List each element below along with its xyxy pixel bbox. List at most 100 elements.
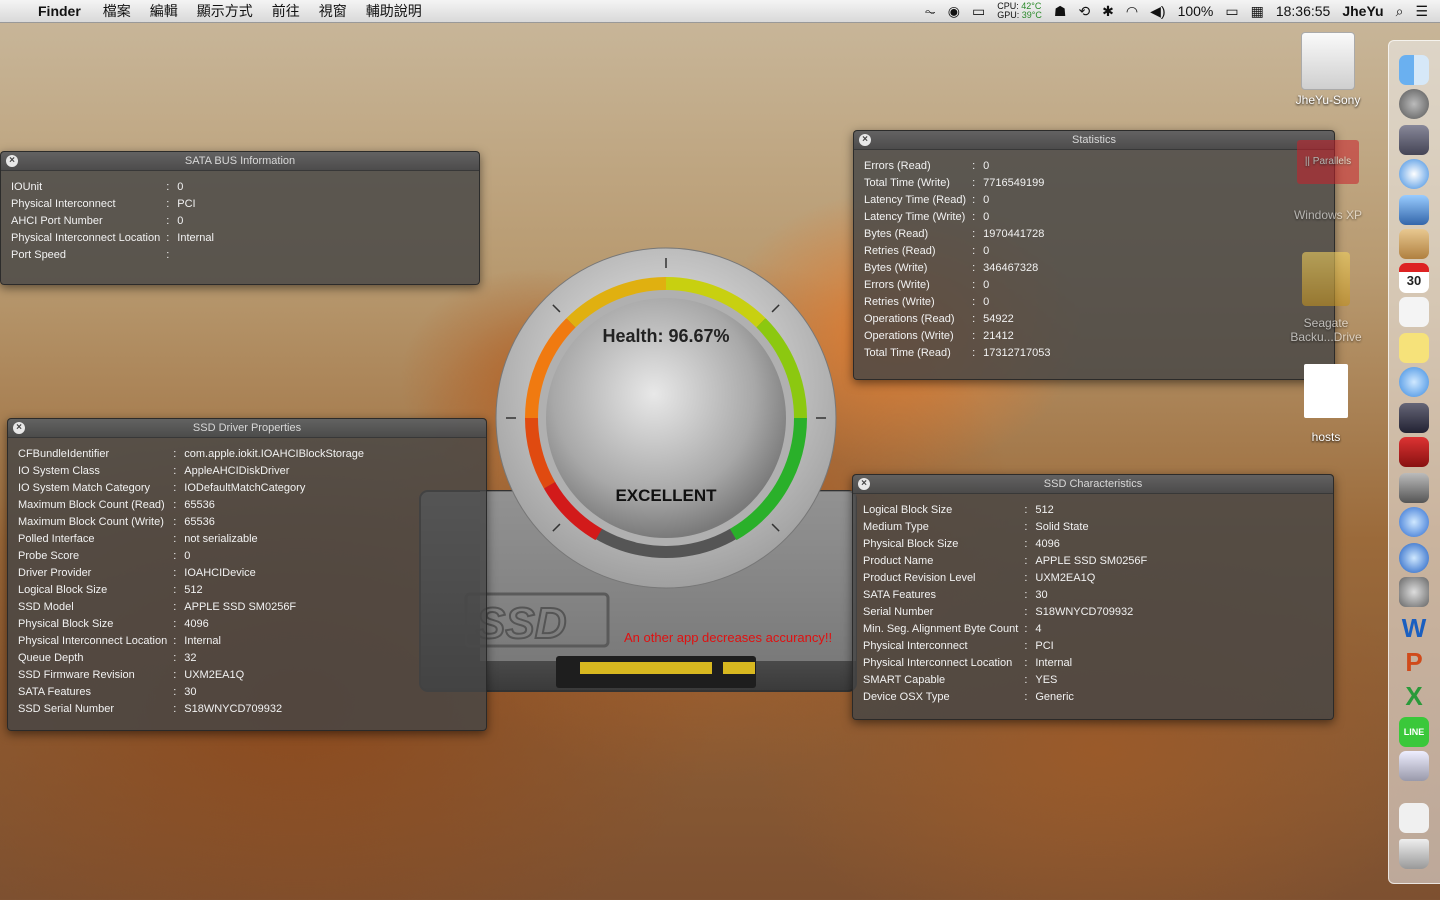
separator: :: [173, 583, 177, 596]
image-capture-icon[interactable]: [1399, 473, 1429, 503]
launchpad-icon[interactable]: [1399, 89, 1429, 119]
close-icon[interactable]: ×: [859, 134, 871, 146]
safari-icon[interactable]: [1399, 159, 1429, 189]
property-name: SSD Firmware Revision: [18, 668, 135, 681]
messages-icon[interactable]: [1399, 367, 1429, 397]
property-value: not serializable: [184, 532, 258, 545]
separator: :: [972, 312, 976, 325]
table-row: Operations (Write):21412: [864, 327, 1050, 344]
spotlight-icon[interactable]: ⌕: [1396, 3, 1404, 20]
textedit-icon[interactable]: [1399, 297, 1429, 327]
remote-icon[interactable]: ☗: [1054, 3, 1067, 20]
table-row: AHCI Port Number:0: [11, 212, 214, 229]
property-value: 0: [184, 549, 191, 562]
property-value: 0: [983, 159, 990, 172]
desktop-hosts-file[interactable]: hosts: [1290, 364, 1362, 444]
health-rating: EXCELLENT: [615, 486, 717, 505]
system-preferences-icon[interactable]: [1399, 577, 1429, 607]
time-machine-icon[interactable]: ⟲: [1078, 3, 1090, 20]
property-name: Product Revision Level: [863, 571, 976, 584]
property-name: Polled Interface: [18, 532, 95, 545]
battery-icon[interactable]: ▭: [1225, 3, 1238, 20]
info-table: Logical Block Size:512 Medium Type: Solid …: [863, 501, 1147, 705]
app-store-icon[interactable]: [1399, 543, 1429, 573]
finder-icon[interactable]: [1399, 55, 1429, 85]
desktop-windows-xp[interactable]: || Parallels Windows XP: [1285, 140, 1371, 222]
bluetooth-icon[interactable]: ✱: [1102, 3, 1114, 20]
table-row: Physical Interconnect Location: Internal: [18, 632, 364, 649]
calendar-icon[interactable]: 30: [1399, 263, 1429, 293]
desktop-seagate-drive[interactable]: Seagate Backu...Drive: [1280, 252, 1372, 344]
table-row: Physical Interconnect: PCI: [863, 637, 1147, 654]
accuracy-warning: An other app decreases accurancy!!: [624, 630, 833, 645]
property-name: Device OSX Type: [863, 690, 950, 703]
close-icon[interactable]: ×: [13, 422, 25, 434]
activity-monitor-icon[interactable]: ⏦: [924, 3, 935, 20]
volume-icon[interactable]: ◀): [1150, 3, 1165, 20]
notification-center-icon[interactable]: ☰: [1415, 3, 1428, 20]
property-name: AHCI Port Number: [11, 214, 103, 227]
preview-icon[interactable]: [1399, 195, 1429, 225]
property-value: 54922: [983, 312, 1014, 325]
stickies-icon[interactable]: [1399, 333, 1429, 363]
itunes-icon[interactable]: [1399, 507, 1429, 537]
menu-edit[interactable]: 編輯: [150, 1, 178, 21]
wifi-icon[interactable]: ◠: [1126, 3, 1138, 20]
close-icon[interactable]: ×: [858, 478, 870, 490]
line-icon[interactable]: LINE: [1399, 717, 1429, 747]
property-value: AppleAHCIDiskDriver: [184, 464, 290, 477]
clock[interactable]: 18:36:55: [1276, 3, 1331, 19]
menu-window[interactable]: 視窗: [319, 1, 347, 21]
separator: :: [972, 244, 976, 257]
menu-help[interactable]: 輔助說明: [366, 1, 422, 21]
user-menu[interactable]: JheYu: [1342, 3, 1383, 19]
input-method-icon[interactable]: ▦: [1251, 3, 1264, 20]
contacts-icon[interactable]: [1399, 229, 1429, 259]
property-name: Port Speed: [11, 248, 67, 261]
word-icon[interactable]: W: [1399, 613, 1429, 643]
temperature-monitor[interactable]: CPU: 42°C GPU: 39°C: [997, 2, 1042, 20]
photo-browser-icon[interactable]: [1399, 125, 1429, 155]
line-menu-icon[interactable]: ◉: [948, 3, 960, 20]
property-value: 0: [177, 180, 184, 193]
property-name: Maximum Block Count (Write): [18, 515, 164, 528]
table-row: SSD Model: APPLE SSD SM0256F: [18, 598, 364, 615]
separator: :: [972, 295, 976, 308]
app-menu[interactable]: Finder: [38, 3, 81, 19]
close-icon[interactable]: ×: [6, 155, 18, 167]
battery-percent[interactable]: 100%: [1178, 3, 1214, 19]
property-value: IOAHCIDevice: [184, 566, 256, 579]
ssd-characteristics-panel: × SSD Characteristics Logical Block Size…: [852, 474, 1334, 720]
excel-icon[interactable]: X: [1399, 681, 1429, 711]
powerpoint-icon[interactable]: P: [1399, 647, 1429, 677]
property-name: Queue Depth: [18, 651, 84, 664]
desktop-drive-icon[interactable]: JheYu-Sony: [1290, 32, 1366, 107]
table-row: SMART Capable: YES: [863, 671, 1147, 688]
document-stack-icon[interactable]: [1399, 803, 1429, 833]
photo-booth-icon[interactable]: [1399, 437, 1429, 467]
panel-titlebar: × SSD Characteristics: [853, 475, 1333, 494]
property-value: IODefaultMatchCategory: [184, 481, 306, 494]
table-row: Probe Score:0: [18, 547, 364, 564]
menu-view[interactable]: 顯示方式: [197, 1, 253, 21]
property-value: 0: [983, 193, 990, 206]
table-row: CFBundleIdentifier: com.apple.iokit.IOAHC…: [18, 445, 364, 462]
property-value: UXM2EA1Q: [1035, 571, 1096, 584]
property-value: 1970441728: [983, 227, 1045, 240]
property-value: 512: [184, 583, 203, 596]
menu-bar: Finder 檔案 編輯 顯示方式 前往 視窗 輔助說明 ⏦ ◉ ▭ CPU: …: [0, 0, 1440, 23]
property-name: Errors (Write): [864, 278, 930, 291]
info-table: IOUnit:0 Physical Interconnect: PCI AHCI Po…: [11, 178, 214, 263]
trash-icon[interactable]: [1399, 839, 1429, 869]
facetime-icon[interactable]: [1399, 403, 1429, 433]
menu-file[interactable]: 檔案: [103, 1, 131, 21]
separator: :: [972, 346, 976, 359]
menu-go[interactable]: 前往: [272, 1, 300, 21]
table-row: Errors (Read):0: [864, 157, 1050, 174]
table-row: SSD Firmware Revision: UXM2EA1Q: [18, 666, 364, 683]
display-icon[interactable]: ▭: [972, 3, 985, 20]
network-icon[interactable]: [1399, 751, 1429, 781]
property-name: Errors (Read): [864, 159, 931, 172]
separator: :: [1024, 537, 1028, 550]
separator: :: [1024, 673, 1028, 686]
